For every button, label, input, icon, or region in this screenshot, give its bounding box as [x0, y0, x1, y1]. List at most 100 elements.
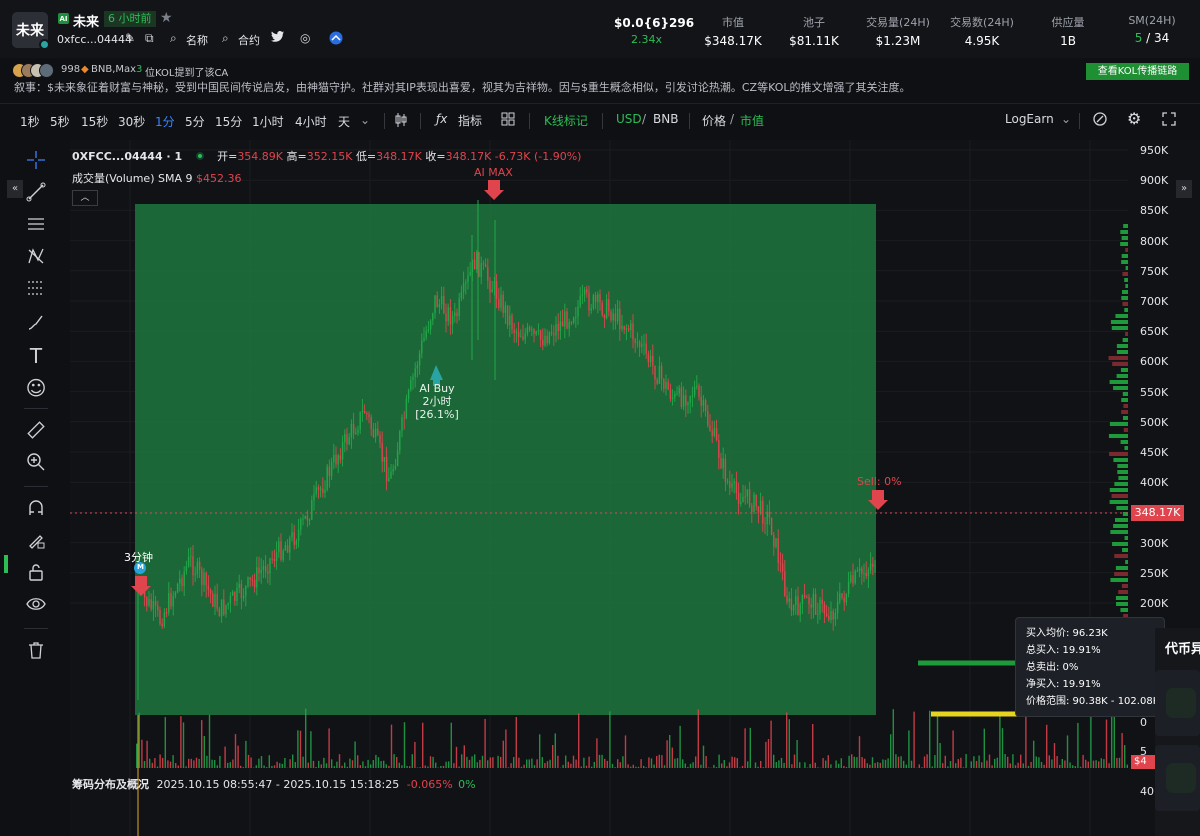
- indicators-button[interactable]: 指标: [458, 112, 482, 129]
- globe-icon[interactable]: ◎: [300, 31, 310, 45]
- favorite-star-icon[interactable]: ★: [160, 10, 173, 26]
- candle-body: [251, 579, 254, 581]
- trendline-icon[interactable]: [24, 182, 48, 206]
- price-chart[interactable]: 0XFCC...04444 · 1 开=354.89K 高=352.15K 低=…: [70, 140, 1140, 836]
- crosshair-icon[interactable]: [24, 150, 48, 174]
- magic-icon[interactable]: [1093, 112, 1109, 131]
- stat-smart-money[interactable]: SM(24H) 5 / 34: [1122, 14, 1182, 45]
- volume-bar: [643, 765, 645, 768]
- candle-body: [564, 311, 566, 327]
- price-axis-tick: 650K: [1140, 325, 1169, 339]
- candle-body: [779, 562, 782, 564]
- function-icon[interactable]: ƒx: [436, 112, 447, 126]
- search-name-link[interactable]: 名称: [186, 32, 208, 48]
- timeframe-day[interactable]: 天: [338, 113, 350, 130]
- volume-bar: [715, 767, 718, 768]
- search-contract-icon[interactable]: ⌕: [222, 31, 229, 46]
- view-kol-chain-button[interactable]: 查看KOL传播链路: [1086, 63, 1189, 80]
- eye-icon[interactable]: [24, 594, 48, 618]
- horizontal-lines-icon[interactable]: [24, 214, 48, 238]
- candle-body: [698, 385, 700, 397]
- volume-bar: [1066, 735, 1069, 768]
- chart-canvas[interactable]: [70, 140, 1140, 836]
- volume-bar: [637, 766, 640, 768]
- price-axis-tick: 550K: [1140, 385, 1169, 399]
- timeframe-4h[interactable]: 4小时: [295, 113, 327, 130]
- volume-bar: [557, 755, 559, 768]
- volume-bar: [895, 754, 897, 768]
- chevron-right-icon[interactable]: »: [1176, 180, 1192, 198]
- volume-bar: [203, 735, 205, 768]
- edit-icon[interactable]: ✎: [125, 31, 135, 45]
- explorer-icon[interactable]: [329, 31, 343, 48]
- anomaly-card[interactable]: [1155, 745, 1200, 811]
- candle-body: [253, 579, 256, 588]
- chevron-down-icon[interactable]: ⌄: [360, 113, 370, 127]
- candle-body: [247, 577, 249, 586]
- timeframe-1m[interactable]: 1分: [155, 113, 175, 130]
- chevron-left-icon[interactable]: «: [7, 180, 23, 198]
- candlestick-icon[interactable]: [394, 112, 408, 131]
- timeframe-15s[interactable]: 15秒: [81, 113, 108, 130]
- chevron-down-icon[interactable]: ⌄: [1061, 112, 1071, 126]
- search-icon[interactable]: ⌕: [170, 31, 177, 46]
- timeframe-30s[interactable]: 30秒: [118, 113, 145, 130]
- volume-bar: [1074, 766, 1076, 768]
- candle-body: [645, 343, 647, 354]
- logearn-select[interactable]: LogEarn: [1005, 112, 1054, 126]
- candle-body: [649, 355, 652, 363]
- magnet-icon[interactable]: [24, 498, 48, 522]
- anomaly-card[interactable]: [1155, 670, 1200, 736]
- volume-bar: [396, 757, 398, 768]
- volume-bar: [354, 741, 356, 768]
- fullscreen-icon[interactable]: [1162, 112, 1176, 129]
- candle-body: [713, 428, 716, 436]
- candle-body: [746, 489, 749, 497]
- candle-body: [491, 289, 493, 293]
- token-address[interactable]: 0xfcc...04444: [57, 33, 132, 46]
- settings-gear-icon[interactable]: ⚙: [1127, 109, 1141, 128]
- volume-bar: [214, 759, 216, 768]
- volume-bar: [903, 760, 905, 768]
- lock-icon[interactable]: [24, 562, 48, 586]
- brush-icon[interactable]: [24, 312, 48, 336]
- candle-body: [429, 320, 432, 330]
- ruler-icon[interactable]: [24, 420, 48, 444]
- mode-market-cap[interactable]: 市值: [740, 112, 764, 129]
- volume-bar: [1009, 763, 1011, 768]
- text-tool-icon[interactable]: T: [24, 344, 48, 368]
- timeframe-1s[interactable]: 1秒: [20, 113, 40, 130]
- currency-bnb[interactable]: BNB: [653, 112, 678, 126]
- volume-bar: [359, 765, 361, 768]
- volume-bar: [216, 765, 218, 768]
- stat-supply: 供应量 1B: [1038, 14, 1098, 48]
- kol-avatar[interactable]: [39, 63, 54, 78]
- kline-mark-toggle[interactable]: K线标记: [544, 112, 588, 129]
- trash-icon[interactable]: [24, 640, 48, 664]
- volume-bar: [195, 757, 198, 768]
- twitter-icon[interactable]: [271, 31, 285, 46]
- pattern-icon[interactable]: [24, 246, 48, 270]
- volume-bar: [957, 759, 959, 768]
- collapse-legend-button[interactable]: ︿: [72, 190, 98, 206]
- copy-icon[interactable]: ⧉: [145, 31, 154, 46]
- lock-pencil-icon[interactable]: [24, 530, 48, 554]
- candle-body: [159, 610, 161, 624]
- mode-price[interactable]: 价格: [702, 112, 726, 129]
- timeframe-1h[interactable]: 1小时: [252, 113, 284, 130]
- candle-body: [146, 597, 148, 606]
- candle-body: [407, 390, 410, 399]
- timeframe-15m[interactable]: 15分: [215, 113, 242, 130]
- currency-usd[interactable]: USD: [616, 112, 642, 126]
- zoom-in-icon[interactable]: [24, 452, 48, 476]
- emoji-icon[interactable]: ☺: [24, 376, 48, 400]
- fib-tool-icon[interactable]: [24, 278, 48, 302]
- volume-bar: [994, 758, 996, 768]
- layout-grid-icon[interactable]: [501, 112, 515, 129]
- timeframe-5s[interactable]: 5秒: [50, 113, 70, 130]
- price-axis-tick: 250K: [1140, 566, 1169, 580]
- volume-bar: [531, 758, 533, 768]
- timeframe-5m[interactable]: 5分: [185, 113, 205, 130]
- volume-bar: [481, 755, 484, 768]
- search-contract-link[interactable]: 合约: [238, 32, 260, 48]
